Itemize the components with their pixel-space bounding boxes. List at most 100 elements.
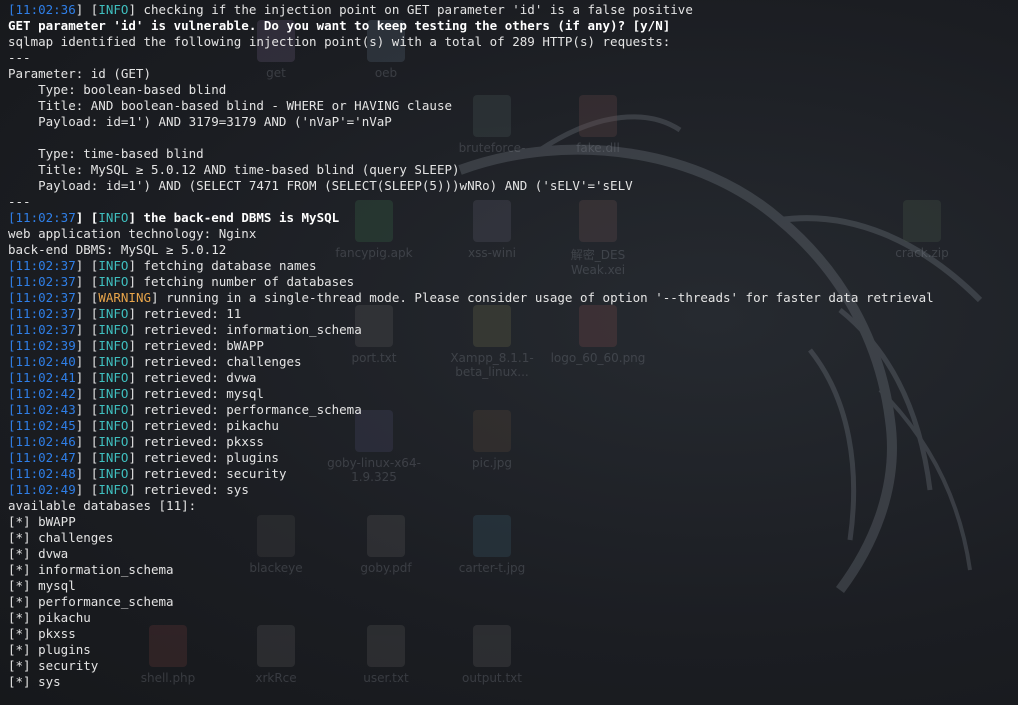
terminal-line: [11:02:37] [WARNING] running in a single… bbox=[8, 290, 1010, 306]
terminal-text: ] fetching number of databases bbox=[128, 274, 355, 289]
terminal-line: [*] plugins bbox=[8, 642, 1010, 658]
terminal-text: 11:02:47 bbox=[15, 450, 76, 465]
terminal-line: available databases [11]: bbox=[8, 498, 1010, 514]
terminal-text: [*] performance_schema bbox=[8, 594, 174, 609]
terminal-line: [11:02:37] [INFO] retrieved: 11 bbox=[8, 306, 1010, 322]
terminal-text: [*] pkxss bbox=[8, 626, 76, 641]
terminal-text: ] retrieved: pikachu bbox=[128, 418, 279, 433]
terminal-text: 11:02:48 bbox=[15, 466, 76, 481]
terminal-text: 11:02:42 bbox=[15, 386, 76, 401]
terminal-text: ] retrieved: sys bbox=[128, 482, 249, 497]
terminal-text: 11:02:39 bbox=[15, 338, 76, 353]
terminal-text: [ bbox=[8, 482, 16, 497]
terminal-text: [ bbox=[8, 258, 16, 273]
terminal-text: Title: MySQL ≥ 5.0.12 AND time-based bli… bbox=[8, 162, 460, 177]
terminal-line: [11:02:37] [INFO] fetching number of dat… bbox=[8, 274, 1010, 290]
terminal-text: INFO bbox=[98, 370, 129, 385]
terminal-text: [ bbox=[8, 306, 16, 321]
terminal-line: [*] dvwa bbox=[8, 546, 1010, 562]
terminal-text: [*] dvwa bbox=[8, 546, 69, 561]
terminal-text: INFO bbox=[98, 338, 129, 353]
terminal-text: ] [ bbox=[75, 210, 99, 225]
terminal-line: [*] challenges bbox=[8, 530, 1010, 546]
terminal-line: [*] security bbox=[8, 658, 1010, 674]
terminal-text: [ bbox=[8, 466, 16, 481]
terminal-text: INFO bbox=[98, 306, 129, 321]
terminal-text: 11:02:43 bbox=[15, 402, 76, 417]
terminal-text: ] retrieved: 11 bbox=[128, 306, 242, 321]
terminal-text: INFO bbox=[98, 482, 129, 497]
terminal-text: [ bbox=[8, 290, 16, 305]
terminal-line: [11:02:46] [INFO] retrieved: pkxss bbox=[8, 434, 1010, 450]
terminal-text: [*] mysql bbox=[8, 578, 76, 593]
terminal-line: [11:02:37] [INFO] retrieved: information… bbox=[8, 322, 1010, 338]
terminal-line: [11:02:37] [INFO] the back-end DBMS is M… bbox=[8, 210, 1010, 226]
terminal-text: INFO bbox=[98, 418, 129, 433]
terminal-text: ] [ bbox=[75, 322, 99, 337]
terminal-text: Type: boolean-based blind bbox=[8, 82, 227, 97]
terminal-line: Title: MySQL ≥ 5.0.12 AND time-based bli… bbox=[8, 162, 1010, 178]
terminal-text: Type: time-based blind bbox=[8, 146, 204, 161]
terminal-text: ] [ bbox=[75, 338, 99, 353]
terminal-line: [11:02:42] [INFO] retrieved: mysql bbox=[8, 386, 1010, 402]
terminal-text: [ bbox=[8, 210, 16, 225]
terminal-line: [*] pikachu bbox=[8, 610, 1010, 626]
terminal-text: ] the back-end DBMS is MySQL bbox=[128, 210, 340, 225]
terminal-text: [ bbox=[8, 2, 16, 17]
terminal-text: [*] plugins bbox=[8, 642, 91, 657]
terminal-text: [ bbox=[8, 418, 16, 433]
terminal-line: [*] sys bbox=[8, 674, 1010, 690]
terminal-line: back-end DBMS: MySQL ≥ 5.0.12 bbox=[8, 242, 1010, 258]
terminal-line: [11:02:36] [INFO] checking if the inject… bbox=[8, 2, 1010, 18]
terminal-line: [*] mysql bbox=[8, 578, 1010, 594]
terminal-line: [11:02:48] [INFO] retrieved: security bbox=[8, 466, 1010, 482]
terminal-text: [ bbox=[8, 354, 16, 369]
terminal-text: [ bbox=[8, 338, 16, 353]
terminal-text: INFO bbox=[98, 434, 129, 449]
terminal-line: [*] pkxss bbox=[8, 626, 1010, 642]
terminal-text: INFO bbox=[98, 2, 129, 17]
terminal-text: [ bbox=[8, 322, 16, 337]
terminal-output[interactable]: [11:02:36] [INFO] checking if the inject… bbox=[0, 0, 1018, 705]
terminal-line: Type: boolean-based blind bbox=[8, 82, 1010, 98]
terminal-text: 11:02:36 bbox=[15, 2, 76, 17]
terminal-text: ] [ bbox=[75, 386, 99, 401]
terminal-text: ] [ bbox=[75, 450, 99, 465]
terminal-text: ] [ bbox=[75, 258, 99, 273]
terminal-text: ] [ bbox=[75, 434, 99, 449]
terminal-text: ] retrieved: performance_schema bbox=[128, 402, 362, 417]
terminal-line: --- bbox=[8, 194, 1010, 210]
terminal-text: ] [ bbox=[75, 466, 99, 481]
terminal-line: [*] information_schema bbox=[8, 562, 1010, 578]
terminal-text: [ bbox=[8, 402, 16, 417]
terminal-text: INFO bbox=[98, 322, 129, 337]
terminal-text: [*] bWAPP bbox=[8, 514, 76, 529]
terminal-text: ] [ bbox=[75, 290, 99, 305]
terminal-line: [11:02:37] [INFO] fetching database name… bbox=[8, 258, 1010, 274]
terminal-line: GET parameter 'id' is vulnerable. Do you… bbox=[8, 18, 1010, 34]
terminal-text: ] running in a single-thread mode. Pleas… bbox=[151, 290, 934, 305]
terminal-text: WARNING bbox=[98, 290, 152, 305]
terminal-text: Title: AND boolean-based blind - WHERE o… bbox=[8, 98, 453, 113]
terminal-text: ] retrieved: information_schema bbox=[128, 322, 362, 337]
terminal-line: [11:02:45] [INFO] retrieved: pikachu bbox=[8, 418, 1010, 434]
terminal-text: Parameter: id (GET) bbox=[8, 66, 151, 81]
terminal-line: [*] performance_schema bbox=[8, 594, 1010, 610]
terminal-line: Type: time-based blind bbox=[8, 146, 1010, 162]
terminal-text: ] retrieved: security bbox=[128, 466, 287, 481]
terminal-text: ] [ bbox=[75, 354, 99, 369]
terminal-line: Parameter: id (GET) bbox=[8, 66, 1010, 82]
terminal-text: ] retrieved: pkxss bbox=[128, 434, 264, 449]
terminal-text: 11:02:37 bbox=[15, 322, 76, 337]
terminal-text: [*] pikachu bbox=[8, 610, 91, 625]
terminal-text: available databases [11]: bbox=[8, 498, 197, 513]
terminal-text: 11:02:37 bbox=[15, 210, 76, 225]
terminal-text: ] [ bbox=[75, 402, 99, 417]
terminal-text: ] retrieved: dvwa bbox=[128, 370, 257, 385]
terminal-text: INFO bbox=[98, 466, 129, 481]
terminal-text: ] [ bbox=[75, 418, 99, 433]
terminal-line: sqlmap identified the following injectio… bbox=[8, 34, 1010, 50]
terminal-text: 11:02:41 bbox=[15, 370, 76, 385]
terminal-text: --- bbox=[8, 194, 31, 209]
